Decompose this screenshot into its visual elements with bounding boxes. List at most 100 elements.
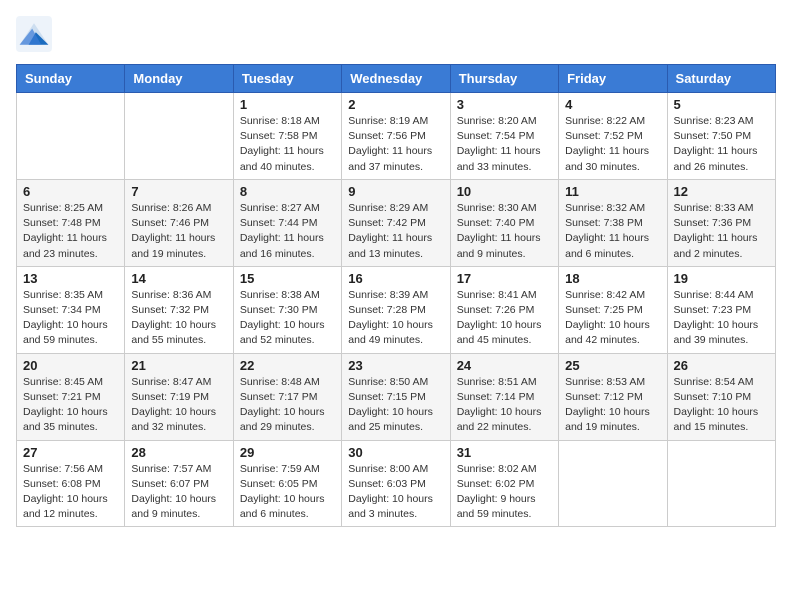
week-row-3: 13Sunrise: 8:35 AMSunset: 7:34 PMDayligh… <box>17 266 776 353</box>
calendar-cell: 5 Sunrise: 8:23 AMSunset: 7:50 PMDaylight… <box>667 93 775 180</box>
calendar-cell: 9Sunrise: 8:29 AMSunset: 7:42 PMDaylight… <box>342 179 450 266</box>
day-info: Sunrise: 8:22 AMSunset: 7:52 PMDaylight:… <box>565 114 660 175</box>
weekday-sunday: Sunday <box>17 65 125 93</box>
day-info: Sunrise: 8:18 AMSunset: 7:58 PMDaylight:… <box>240 114 335 175</box>
calendar-cell: 15 Sunrise: 8:38 AMSunset: 7:30 PMDayligh… <box>233 266 341 353</box>
weekday-wednesday: Wednesday <box>342 65 450 93</box>
week-row-2: 6Sunrise: 8:25 AMSunset: 7:48 PMDaylight… <box>17 179 776 266</box>
day-number: 1 <box>240 97 335 112</box>
calendar-cell: 8 Sunrise: 8:27 AMSunset: 7:44 PMDaylight… <box>233 179 341 266</box>
day-info: Sunrise: 8:44 AMSunset: 7:23 PMDaylight:… <box>674 288 769 349</box>
day-info: Sunrise: 8:30 AMSunset: 7:40 PMDaylight:… <box>457 201 552 262</box>
calendar-cell <box>17 93 125 180</box>
calendar-cell: 29Sunrise: 7:59 AMSunset: 6:05 PMDayligh… <box>233 440 341 527</box>
day-number: 15 <box>240 271 335 286</box>
calendar-cell: 1 Sunrise: 8:18 AMSunset: 7:58 PMDaylight… <box>233 93 341 180</box>
day-number: 10 <box>457 184 552 199</box>
day-number: 22 <box>240 358 335 373</box>
calendar-cell: 22 Sunrise: 8:48 AMSunset: 7:17 PMDayligh… <box>233 353 341 440</box>
weekday-saturday: Saturday <box>667 65 775 93</box>
logo <box>16 16 58 52</box>
day-info: Sunrise: 7:59 AMSunset: 6:05 PMDaylight:… <box>240 462 335 523</box>
day-info: Sunrise: 8:23 AMSunset: 7:50 PMDaylight:… <box>674 114 769 175</box>
day-info: Sunrise: 8:36 AMSunset: 7:32 PMDaylight:… <box>131 288 226 349</box>
calendar-cell: 16Sunrise: 8:39 AMSunset: 7:28 PMDayligh… <box>342 266 450 353</box>
day-number: 19 <box>674 271 769 286</box>
day-info: Sunrise: 8:47 AMSunset: 7:19 PMDaylight:… <box>131 375 226 436</box>
day-number: 26 <box>674 358 769 373</box>
day-number: 9 <box>348 184 443 199</box>
day-number: 17 <box>457 271 552 286</box>
day-number: 2 <box>348 97 443 112</box>
day-info: Sunrise: 8:53 AMSunset: 7:12 PMDaylight:… <box>565 375 660 436</box>
calendar-cell: 18 Sunrise: 8:42 AMSunset: 7:25 PMDayligh… <box>559 266 667 353</box>
day-info: Sunrise: 8:38 AMSunset: 7:30 PMDaylight:… <box>240 288 335 349</box>
calendar-cell: 27 Sunrise: 7:56 AMSunset: 6:08 PMDayligh… <box>17 440 125 527</box>
weekday-monday: Monday <box>125 65 233 93</box>
calendar-cell: 26 Sunrise: 8:54 AMSunset: 7:10 PMDayligh… <box>667 353 775 440</box>
day-info: Sunrise: 7:57 AMSunset: 6:07 PMDaylight:… <box>131 462 226 523</box>
day-info: Sunrise: 8:00 AMSunset: 6:03 PMDaylight:… <box>348 462 443 523</box>
calendar-cell: 20Sunrise: 8:45 AMSunset: 7:21 PMDayligh… <box>17 353 125 440</box>
week-row-1: 1 Sunrise: 8:18 AMSunset: 7:58 PMDaylight… <box>17 93 776 180</box>
day-info: Sunrise: 8:48 AMSunset: 7:17 PMDaylight:… <box>240 375 335 436</box>
day-info: Sunrise: 8:02 AMSunset: 6:02 PMDaylight:… <box>457 462 552 523</box>
calendar-cell <box>559 440 667 527</box>
calendar-cell: 4 Sunrise: 8:22 AMSunset: 7:52 PMDaylight… <box>559 93 667 180</box>
calendar-cell: 12 Sunrise: 8:33 AMSunset: 7:36 PMDayligh… <box>667 179 775 266</box>
calendar-cell: 31 Sunrise: 8:02 AMSunset: 6:02 PMDayligh… <box>450 440 558 527</box>
calendar-cell: 2 Sunrise: 8:19 AMSunset: 7:56 PMDaylight… <box>342 93 450 180</box>
day-number: 30 <box>348 445 443 460</box>
calendar-cell: 6Sunrise: 8:25 AMSunset: 7:48 PMDaylight… <box>17 179 125 266</box>
day-number: 27 <box>23 445 118 460</box>
day-number: 3 <box>457 97 552 112</box>
day-info: Sunrise: 8:20 AMSunset: 7:54 PMDaylight:… <box>457 114 552 175</box>
calendar-cell <box>125 93 233 180</box>
logo-icon <box>16 16 52 52</box>
day-info: Sunrise: 8:50 AMSunset: 7:15 PMDaylight:… <box>348 375 443 436</box>
calendar-cell: 24 Sunrise: 8:51 AMSunset: 7:14 PMDayligh… <box>450 353 558 440</box>
day-number: 23 <box>348 358 443 373</box>
day-number: 31 <box>457 445 552 460</box>
calendar-cell: 10 Sunrise: 8:30 AMSunset: 7:40 PMDayligh… <box>450 179 558 266</box>
calendar-cell: 28 Sunrise: 7:57 AMSunset: 6:07 PMDayligh… <box>125 440 233 527</box>
day-number: 12 <box>674 184 769 199</box>
day-number: 28 <box>131 445 226 460</box>
calendar-cell: 23 Sunrise: 8:50 AMSunset: 7:15 PMDayligh… <box>342 353 450 440</box>
calendar-cell: 17 Sunrise: 8:41 AMSunset: 7:26 PMDayligh… <box>450 266 558 353</box>
day-number: 16 <box>348 271 443 286</box>
day-number: 4 <box>565 97 660 112</box>
day-info: Sunrise: 8:33 AMSunset: 7:36 PMDaylight:… <box>674 201 769 262</box>
calendar-cell <box>667 440 775 527</box>
day-info: Sunrise: 8:25 AMSunset: 7:48 PMDaylight:… <box>23 201 118 262</box>
day-info: Sunrise: 8:19 AMSunset: 7:56 PMDaylight:… <box>348 114 443 175</box>
calendar-cell: 14Sunrise: 8:36 AMSunset: 7:32 PMDayligh… <box>125 266 233 353</box>
weekday-friday: Friday <box>559 65 667 93</box>
day-info: Sunrise: 8:26 AMSunset: 7:46 PMDaylight:… <box>131 201 226 262</box>
day-info: Sunrise: 8:51 AMSunset: 7:14 PMDaylight:… <box>457 375 552 436</box>
day-number: 5 <box>674 97 769 112</box>
day-info: Sunrise: 8:42 AMSunset: 7:25 PMDaylight:… <box>565 288 660 349</box>
weekday-tuesday: Tuesday <box>233 65 341 93</box>
day-info: Sunrise: 8:41 AMSunset: 7:26 PMDaylight:… <box>457 288 552 349</box>
calendar-cell: 3 Sunrise: 8:20 AMSunset: 7:54 PMDaylight… <box>450 93 558 180</box>
day-number: 24 <box>457 358 552 373</box>
day-info: Sunrise: 7:56 AMSunset: 6:08 PMDaylight:… <box>23 462 118 523</box>
calendar-table: SundayMondayTuesdayWednesdayThursdayFrid… <box>16 64 776 527</box>
day-info: Sunrise: 8:27 AMSunset: 7:44 PMDaylight:… <box>240 201 335 262</box>
day-number: 25 <box>565 358 660 373</box>
day-info: Sunrise: 8:32 AMSunset: 7:38 PMDaylight:… <box>565 201 660 262</box>
page-header <box>16 16 776 52</box>
calendar-body: 1 Sunrise: 8:18 AMSunset: 7:58 PMDaylight… <box>17 93 776 527</box>
calendar-cell: 11Sunrise: 8:32 AMSunset: 7:38 PMDayligh… <box>559 179 667 266</box>
day-info: Sunrise: 8:54 AMSunset: 7:10 PMDaylight:… <box>674 375 769 436</box>
week-row-5: 27 Sunrise: 7:56 AMSunset: 6:08 PMDayligh… <box>17 440 776 527</box>
day-number: 8 <box>240 184 335 199</box>
calendar-cell: 13Sunrise: 8:35 AMSunset: 7:34 PMDayligh… <box>17 266 125 353</box>
day-number: 13 <box>23 271 118 286</box>
calendar-cell: 25 Sunrise: 8:53 AMSunset: 7:12 PMDayligh… <box>559 353 667 440</box>
day-number: 7 <box>131 184 226 199</box>
week-row-4: 20Sunrise: 8:45 AMSunset: 7:21 PMDayligh… <box>17 353 776 440</box>
calendar-cell: 30 Sunrise: 8:00 AMSunset: 6:03 PMDayligh… <box>342 440 450 527</box>
day-number: 18 <box>565 271 660 286</box>
